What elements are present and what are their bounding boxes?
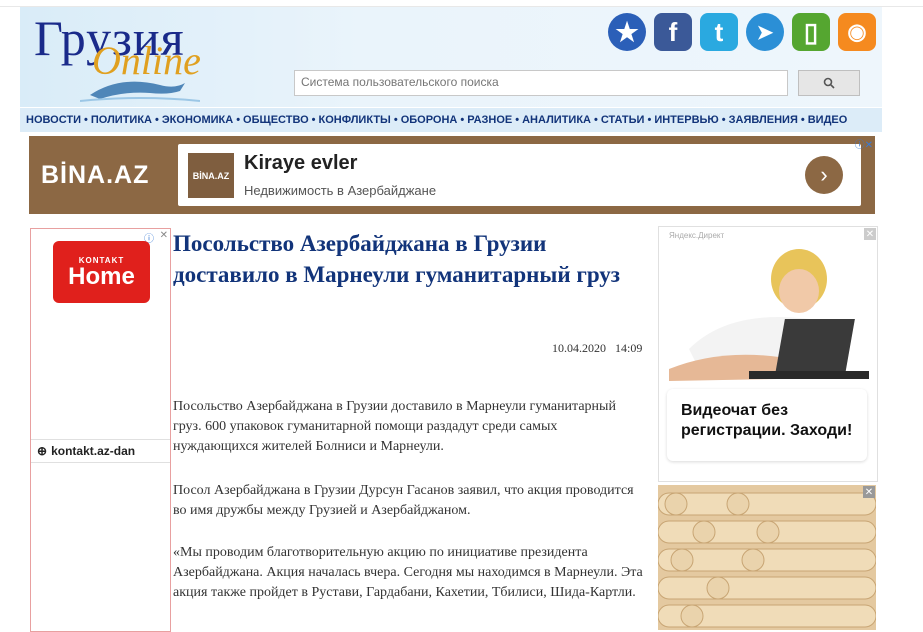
- right-ad-videochat[interactable]: Яндекс.Директ ✕ Видеочат без регистрации…: [658, 226, 878, 482]
- ad-link[interactable]: ⊕ kontakt.az-dan: [31, 439, 170, 463]
- ad-caption: Видеочат без регистрации. Заходи!: [681, 402, 853, 439]
- star-icon[interactable]: ★: [608, 13, 646, 51]
- article-date: 10.04.2020: [552, 341, 606, 355]
- nav-separator: •: [721, 114, 726, 126]
- nav-separator: •: [647, 114, 652, 126]
- article: Посольство Азербайджана в Грузии достави…: [173, 228, 645, 290]
- search-button[interactable]: [798, 70, 860, 96]
- search-input[interactable]: [295, 71, 787, 93]
- nav-separator: •: [236, 114, 241, 126]
- banner-ad[interactable]: BİNA.AZ BİNA.AZ Kiraye evler Недвижимост…: [29, 136, 875, 214]
- dolphin-icon: [80, 81, 200, 102]
- article-paragraph: Посольство Азербайджана в Грузии достави…: [173, 399, 616, 454]
- rss-icon[interactable]: ◉: [838, 13, 876, 51]
- nav-separator: •: [393, 114, 398, 126]
- chevron-right-icon[interactable]: ›: [805, 156, 843, 194]
- logo-big-text: Home: [68, 262, 135, 290]
- mobile-icon[interactable]: ▯: [792, 13, 830, 51]
- left-ad[interactable]: ⓘ ✕ KONTAKT Home ⊕ kontakt.az-dan: [30, 228, 171, 632]
- ad-mini-logo: BİNA.AZ: [188, 153, 234, 198]
- article-paragraph: Посол Азербайджана в Грузии Дурсун Гасан…: [173, 483, 634, 518]
- article-paragraph: «Мы проводим благотворительную акцию по …: [173, 545, 643, 600]
- nav-item-0[interactable]: НОВОСТИ: [26, 114, 81, 126]
- search-icon: [823, 77, 835, 89]
- top-border: [0, 0, 923, 7]
- ad-card[interactable]: BİNA.AZ Kiraye evler Недвижимость в Азер…: [178, 144, 861, 206]
- nav-item-1[interactable]: ПОЛИТИКА: [91, 114, 152, 126]
- wood-logs-image: [658, 485, 876, 630]
- article-datetime: 10.04.2020 14:09: [552, 341, 642, 356]
- nav-item-9[interactable]: ИНТЕРВЬЮ: [654, 114, 718, 126]
- ad-link-label: kontakt.az-dan: [51, 444, 136, 458]
- twitter-icon[interactable]: t: [700, 13, 738, 51]
- adchoices-icon[interactable]: ⓘ✕: [855, 136, 873, 151]
- ad-subtitle: Недвижимость в Азербайджане: [244, 183, 437, 198]
- woman-laptop-image: [669, 249, 869, 381]
- nav-item-8[interactable]: СТАТЬИ: [601, 114, 645, 126]
- nav-separator: •: [84, 114, 88, 126]
- ad-title[interactable]: Kiraye evler: [244, 152, 357, 175]
- ad-brand: BİNA.AZ: [41, 161, 150, 189]
- nav-item-10[interactable]: ЗАЯВЛЕНИЯ: [729, 114, 798, 126]
- globe-icon: ⊕: [37, 444, 48, 458]
- search-box: [294, 70, 788, 96]
- ad-caption-box[interactable]: Видеочат без регистрации. Заходи!: [667, 389, 867, 461]
- nav-separator: •: [800, 114, 805, 126]
- facebook-icon[interactable]: f: [654, 13, 692, 51]
- nav-separator: •: [515, 114, 520, 126]
- nav-separator: •: [593, 114, 598, 126]
- social-links: ★ f t ➤ ▯ ◉: [608, 13, 876, 51]
- nav-item-4[interactable]: КОНФЛИКТЫ: [319, 114, 391, 126]
- close-icon[interactable]: ✕: [863, 486, 875, 498]
- nav-item-2[interactable]: ЭКОНОМИКА: [162, 114, 233, 126]
- right-ad-wood[interactable]: ✕: [658, 485, 876, 630]
- article-time: 14:09: [615, 341, 643, 355]
- nav-item-7[interactable]: АНАЛИТИКА: [522, 114, 591, 126]
- nav-separator: •: [311, 114, 316, 126]
- nav-item-6[interactable]: РАЗНОЕ: [467, 114, 512, 126]
- nav-item-3[interactable]: ОБЩЕСТВО: [243, 114, 309, 126]
- nav-separator: •: [460, 114, 465, 126]
- article-title: Посольство Азербайджана в Грузии достави…: [173, 231, 621, 287]
- close-icon[interactable]: ✕: [160, 230, 168, 241]
- telegram-icon[interactable]: ➤: [746, 13, 784, 51]
- kontakt-home-logo[interactable]: KONTAKT Home: [53, 241, 150, 303]
- main-nav: НОВОСТИ • ПОЛИТИКА • ЭКОНОМИКА • ОБЩЕСТВО • КОНФ…: [20, 108, 882, 132]
- nav-item-5[interactable]: ОБОРОНА: [401, 114, 458, 126]
- nav-item-11[interactable]: ВИДЕО: [808, 114, 848, 126]
- nav-separator: •: [155, 114, 159, 126]
